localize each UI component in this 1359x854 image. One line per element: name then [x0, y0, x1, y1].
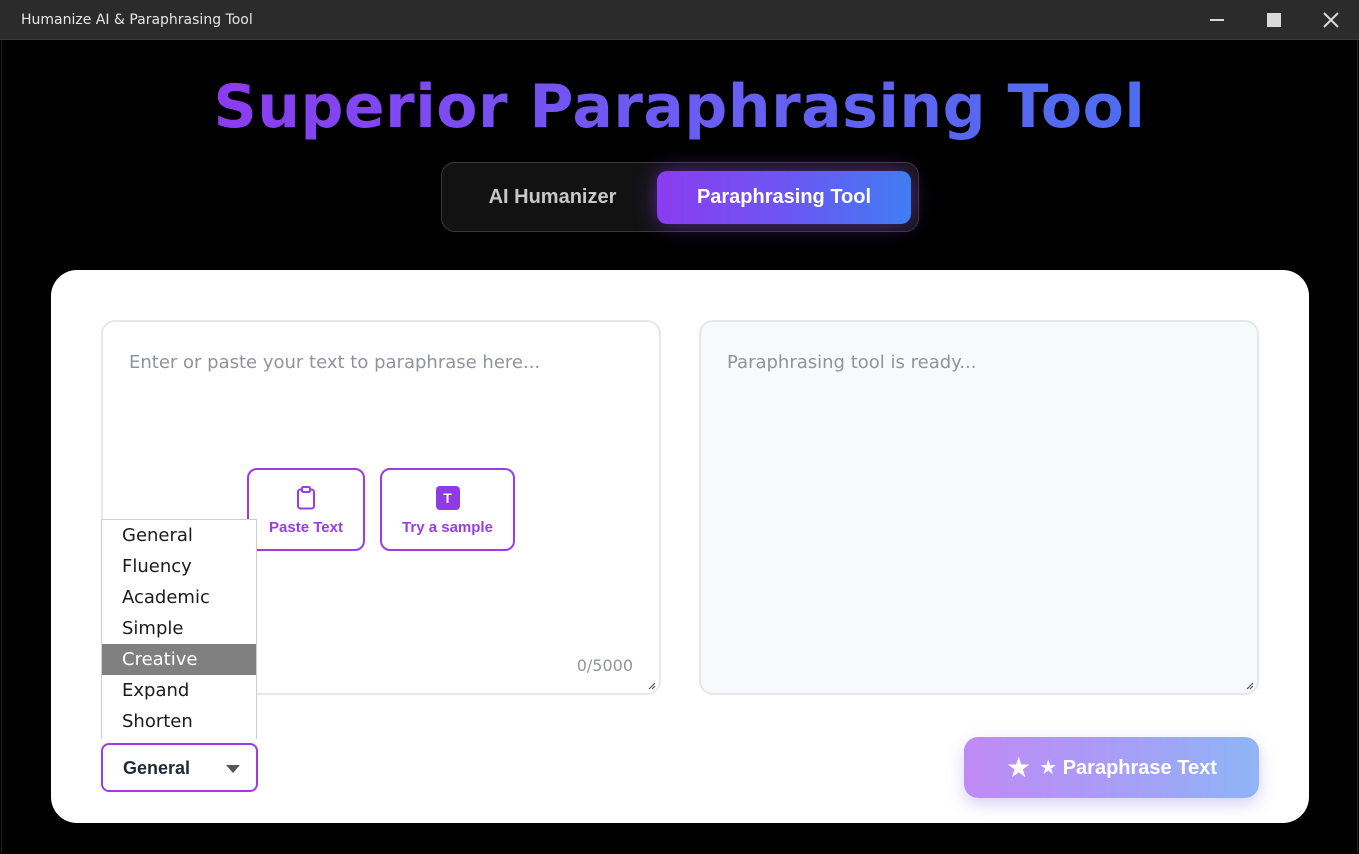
output-textarea[interactable]: Paraphrasing tool is ready...: [699, 320, 1259, 695]
dropdown-option-fluency[interactable]: Fluency: [102, 551, 256, 582]
mode-select-value: General: [123, 758, 191, 778]
text-icon-glyph: T: [435, 486, 460, 510]
character-counter: 0/5000: [576, 656, 633, 675]
tab-paraphrasing-tool[interactable]: Paraphrasing Tool: [657, 171, 911, 224]
try-sample-label: Try a sample: [402, 519, 493, 536]
mode-switch: AI Humanizer Paraphrasing Tool: [441, 162, 919, 232]
maximize-button[interactable]: [1245, 0, 1302, 40]
paste-text-button[interactable]: Paste Text: [247, 468, 365, 551]
caret-down-icon: [226, 765, 240, 773]
maximize-icon: [1266, 13, 1281, 27]
resize-handle-icon[interactable]: [646, 680, 656, 690]
mode-dropdown-list: General Fluency Academic Simple Creative Expa…: [101, 519, 257, 739]
window-controls: [1188, 0, 1359, 40]
paste-text-label: Paste Text: [269, 519, 343, 536]
paraphrase-button[interactable]: ★ ★ Paraphrase Text: [964, 737, 1259, 798]
close-icon: [1322, 12, 1339, 28]
dropdown-option-academic[interactable]: Academic: [102, 582, 256, 613]
window-titlebar: Humanize AI & Paraphrasing Tool: [0, 0, 1359, 40]
paraphrase-button-label: ★ Paraphrase Text: [1039, 757, 1217, 779]
minimize-icon: [1209, 19, 1224, 21]
output-placeholder: Paraphrasing tool is ready...: [727, 352, 977, 373]
minimize-button[interactable]: [1188, 0, 1245, 40]
input-placeholder: Enter or paste your text to paraphrase h…: [129, 352, 541, 373]
dropdown-option-creative[interactable]: Creative: [102, 644, 256, 675]
dropdown-option-shorten[interactable]: Shorten: [102, 706, 256, 737]
resize-handle-icon[interactable]: [1244, 680, 1254, 690]
mode-select[interactable]: General: [101, 743, 258, 792]
star-icon: ★: [1006, 751, 1032, 783]
close-button[interactable]: [1302, 0, 1359, 40]
window-title: Humanize AI & Paraphrasing Tool: [21, 12, 253, 28]
try-sample-button[interactable]: T Try a sample: [380, 468, 515, 551]
dropdown-option-simple[interactable]: Simple: [102, 613, 256, 644]
clipboard-icon: [294, 486, 318, 510]
dropdown-option-expand[interactable]: Expand: [102, 675, 256, 706]
page-title: Superior Paraphrasing Tool: [213, 72, 1146, 142]
dropdown-option-general[interactable]: General: [102, 520, 256, 551]
text-icon: T: [435, 486, 460, 510]
tab-ai-humanizer[interactable]: AI Humanizer: [450, 171, 655, 224]
